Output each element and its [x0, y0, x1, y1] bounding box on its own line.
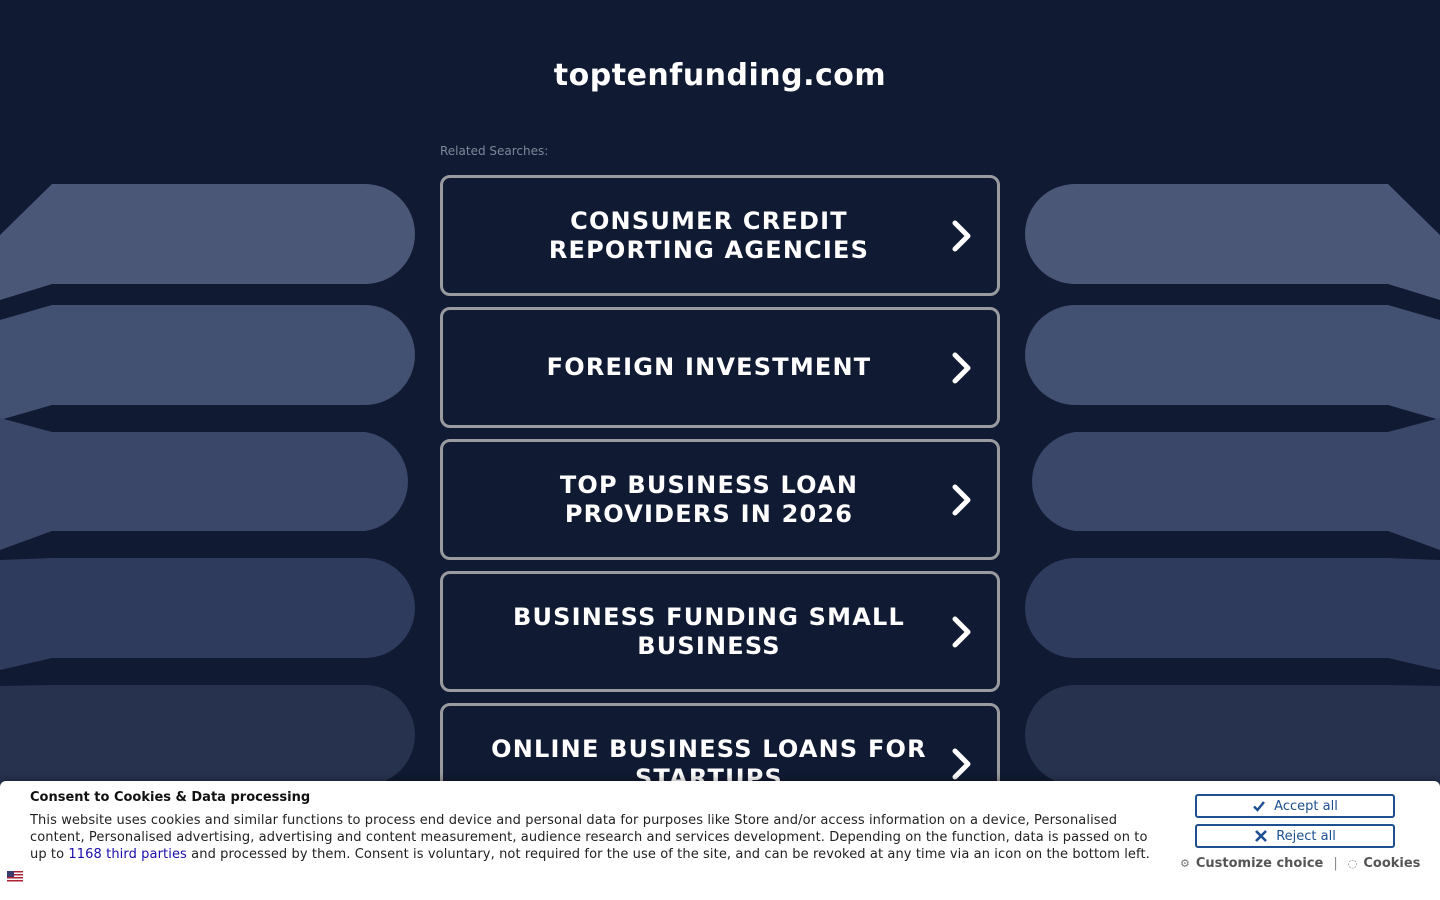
related-search-label: Top Business Loan Providers in 2026 — [559, 470, 859, 528]
right-decoration — [1025, 184, 1440, 800]
separator: | — [1333, 856, 1338, 871]
gear-icon: ⚙ — [1180, 857, 1190, 870]
related-search-label: Consumer Credit Reporting Agencies — [548, 206, 870, 264]
related-search-link[interactable]: Foreign Investment — [440, 307, 1000, 428]
chevron-right-icon — [952, 748, 971, 779]
customize-choice-link[interactable]: Customize choice — [1196, 856, 1323, 871]
third-parties-link[interactable]: 1168 third parties — [68, 847, 187, 862]
related-search-label: Business Funding Small Business — [512, 602, 905, 660]
consent-title: Consent to Cookies & Data processing — [30, 790, 311, 805]
accept-all-label: Accept all — [1274, 798, 1338, 814]
reject-all-button[interactable]: Reject all — [1195, 824, 1395, 848]
cookie-consent-banner: Consent to Cookies & Data processing Thi… — [0, 781, 1440, 900]
consent-secondary-links: ⚙ Customize choice | ◌ Cookies — [1180, 856, 1420, 871]
site-title: toptenfunding.com — [553, 58, 887, 93]
related-searches-list: Consumer Credit Reporting Agencies Forei… — [440, 175, 1000, 835]
chevron-right-icon — [952, 616, 971, 647]
chevron-right-icon — [952, 220, 971, 251]
reject-all-label: Reject all — [1276, 828, 1336, 844]
cookies-link[interactable]: Cookies — [1363, 856, 1420, 871]
check-icon — [1253, 801, 1266, 812]
related-search-link[interactable]: Top Business Loan Providers in 2026 — [440, 439, 1000, 560]
left-decoration — [0, 184, 415, 800]
us-flag-icon[interactable] — [7, 871, 23, 882]
consent-text: This website uses cookies and similar fu… — [30, 812, 1165, 863]
accept-all-button[interactable]: Accept all — [1195, 794, 1395, 818]
consent-text-after: and processed by them. Consent is volunt… — [186, 847, 1150, 862]
related-searches-label: Related Searches: — [440, 144, 549, 158]
chevron-right-icon — [952, 352, 971, 383]
related-search-link[interactable]: Consumer Credit Reporting Agencies — [440, 175, 1000, 296]
x-icon — [1255, 830, 1268, 842]
cookie-icon: ◌ — [1347, 857, 1358, 870]
related-search-label: Foreign Investment — [546, 353, 872, 381]
chevron-right-icon — [952, 484, 971, 515]
related-search-link[interactable]: Business Funding Small Business — [440, 571, 1000, 692]
